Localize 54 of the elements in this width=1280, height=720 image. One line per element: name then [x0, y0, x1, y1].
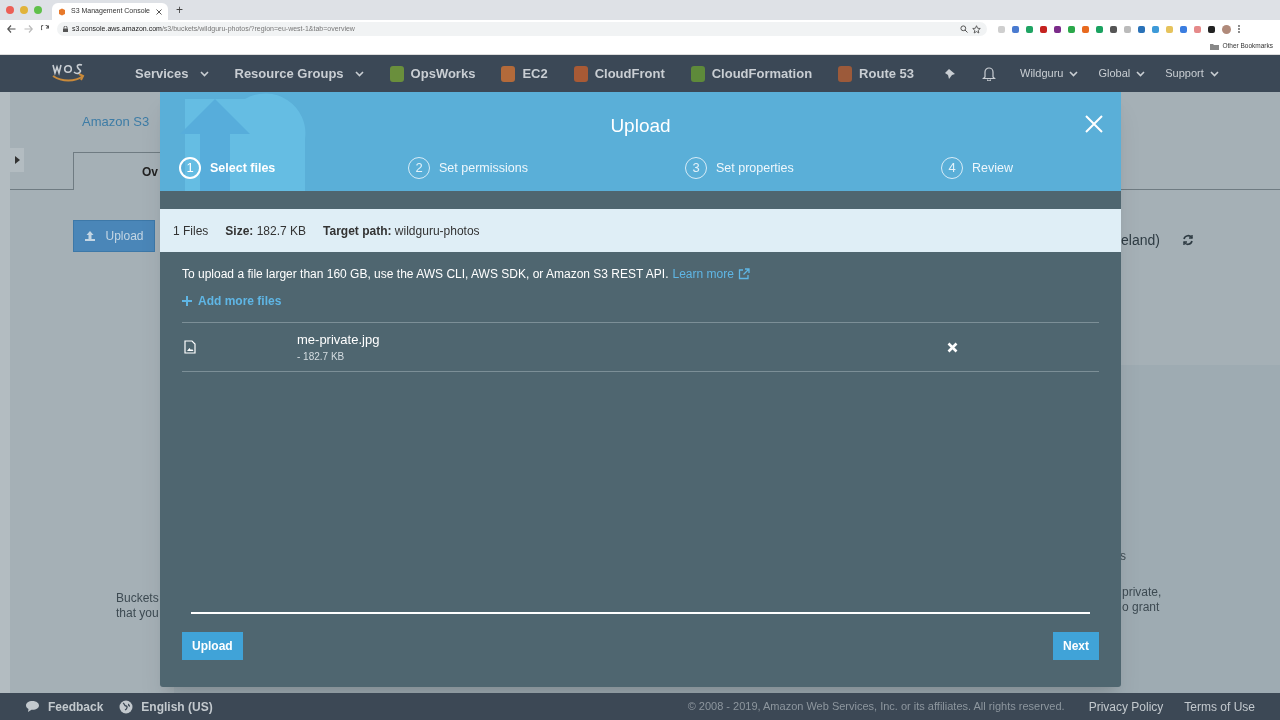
description-text: that you [116, 605, 159, 622]
caret-icon [354, 70, 364, 77]
back-icon[interactable] [7, 25, 16, 33]
speech-bubble-icon [25, 700, 40, 713]
new-tab-button[interactable]: + [176, 1, 183, 19]
nav-item[interactable]: EC2 [501, 63, 548, 84]
notification-bell-icon[interactable] [982, 66, 996, 81]
nav-item[interactable]: OpsWorks [389, 63, 476, 84]
caret-icon [1069, 70, 1079, 77]
file-count: 1 Files [173, 222, 209, 240]
description-text: o grant [1122, 599, 1160, 616]
nav-menu[interactable]: Support [1165, 65, 1219, 82]
caret-icon [1209, 70, 1219, 77]
image-file-icon [184, 340, 196, 354]
description-text: private, [1122, 584, 1162, 601]
size-text: Size: 182.7 KB [225, 222, 307, 240]
nav-item[interactable]: Resource Groups [234, 63, 364, 84]
footer-link[interactable]: Privacy Policy [1088, 697, 1164, 716]
upload-icon [84, 230, 97, 242]
nav-item[interactable]: CloudFront [573, 63, 665, 84]
nav-item[interactable]: Route 53 [838, 63, 914, 84]
region-text: eland) [1121, 231, 1160, 250]
zoom-icon[interactable] [960, 25, 968, 33]
file-name: me-private.jpg [297, 330, 381, 349]
plus-icon [182, 296, 192, 306]
nav-menu[interactable]: Wildguru [1020, 65, 1079, 82]
footer-link[interactable]: Terms of Use [1184, 697, 1255, 716]
avatar-icon[interactable] [1222, 24, 1231, 34]
pin-icon[interactable] [944, 67, 956, 80]
description-text: s [1120, 548, 1126, 565]
caret-icon [199, 70, 209, 77]
dialog-title: Upload [610, 114, 671, 138]
globe-icon [119, 699, 134, 714]
nav-item[interactable]: Services [135, 63, 209, 84]
file-size: - 182.7 KB [297, 350, 346, 365]
cube-icon [58, 7, 66, 16]
sidebar-toggle[interactable] [10, 148, 24, 172]
target-path-text: Target path: wildguru-photos [323, 222, 480, 240]
language-selector[interactable]: English (US) [119, 697, 213, 716]
notice-text: To upload a file larger than 160 GB, use the AWS CLI, AWS SDK, or Amazon S3 REST API. [182, 266, 669, 283]
caret-icon [1136, 70, 1146, 77]
external-link-icon [737, 268, 750, 280]
refresh-icon[interactable] [1182, 234, 1194, 246]
feedback-link[interactable]: Feedback [25, 697, 104, 716]
nav-item[interactable]: CloudFormation [690, 63, 813, 84]
close-icon[interactable] [156, 8, 162, 15]
description-text: Buckets [116, 590, 159, 607]
lock-icon [63, 26, 68, 32]
nav-menu[interactable]: Global [1098, 65, 1146, 82]
copyright-text: © 2008 - 2019, Amazon Web Services, Inc. or its affiliates. All rights reserved. [687, 699, 1065, 715]
caret-icon [14, 156, 20, 164]
folder-icon [1210, 42, 1220, 50]
remove-icon[interactable] [947, 341, 958, 353]
star-icon[interactable] [972, 24, 981, 34]
